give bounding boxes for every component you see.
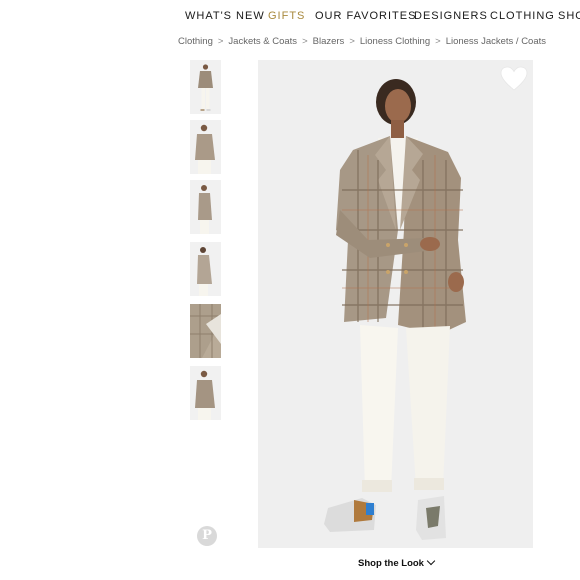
heart-icon[interactable] — [500, 66, 528, 92]
breadcrumb-lioness-clothing[interactable]: Lioness Clothing — [360, 36, 430, 47]
nav-shop-truncated[interactable]: SHO — [558, 10, 580, 22]
main-product-image[interactable] — [258, 60, 533, 548]
thumbnail-back-side[interactable] — [190, 242, 221, 296]
breadcrumb-blazers[interactable]: Blazers — [313, 36, 345, 47]
breadcrumb-separator: > — [217, 36, 224, 47]
breadcrumb-separator: > — [349, 36, 355, 47]
nav-clothing[interactable]: CLOTHING — [490, 10, 555, 22]
breadcrumb: Clothing > Jackets & Coats > Blazers > Lioness… — [178, 36, 546, 47]
pinterest-icon[interactable]: P — [197, 526, 217, 546]
thumbnail-side[interactable] — [190, 180, 221, 234]
breadcrumb-jackets-coats[interactable]: Jackets & Coats — [228, 36, 297, 47]
thumbnail-full-front[interactable] — [190, 60, 221, 114]
nav-whats-new[interactable]: WHAT'S NEW — [185, 10, 265, 22]
thumbnail-front-closeup[interactable] — [190, 120, 221, 174]
nav-our-favorites[interactable]: OUR FAVORITES — [315, 10, 416, 22]
nav-gifts[interactable]: GIFTS — [268, 10, 305, 22]
breadcrumb-lioness-jackets-coats[interactable]: Lioness Jackets / Coats — [446, 36, 546, 47]
thumbnail-fabric-detail[interactable] — [190, 304, 221, 358]
chevron-down-icon — [426, 556, 436, 566]
breadcrumb-separator: > — [302, 36, 308, 47]
shop-the-look-button[interactable]: Shop the Look — [358, 556, 436, 569]
thumbnail-front-buttoned[interactable] — [190, 366, 221, 420]
nav-designers[interactable]: DESIGNERS — [414, 10, 488, 22]
shop-the-look-label: Shop the Look — [358, 558, 424, 569]
breadcrumb-clothing[interactable]: Clothing — [178, 36, 213, 47]
top-navigation: WHAT'S NEW GIFTS OUR FAVORITES DESIGNERS… — [0, 0, 580, 30]
pinterest-glyph: P — [202, 528, 212, 543]
breadcrumb-separator: > — [435, 36, 441, 47]
